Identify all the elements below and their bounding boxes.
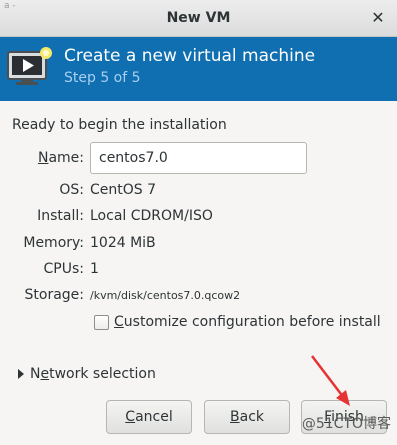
back-mnemonic: B [230,409,240,425]
expander-arrow-icon [18,369,24,379]
banner-step: Step 5 of 5 [64,70,141,86]
install-label: Install: [37,208,84,224]
customize-mnemonic: C [114,314,124,330]
banner-title: Create a new virtual machine [64,46,316,66]
new-vm-window: a - New VM ✕ Create a new virtual machin… [0,0,397,445]
cancel-mnemonic: C [125,409,136,425]
network-selection-label: Network selection [30,366,156,382]
customize-label: Customize configuration before install [114,314,381,330]
cpus-value: 1 [90,261,99,277]
name-label: Name: [12,150,84,166]
storage-value: /kvm/disk/centos7.0.qcow2 [90,289,241,302]
customize-checkbox-row[interactable]: Customize configuration before install [94,314,381,330]
wizard-banner: Create a new virtual machine Step 5 of 5 [0,37,397,101]
back-label-rest: ack [239,409,264,425]
os-label: OS: [59,182,84,198]
name-label-rest: ame: [48,150,84,166]
storage-label: Storage: [24,287,85,303]
network-label-prefix: N [30,366,41,382]
window-title: New VM [166,10,231,26]
cpus-label: CPUs: [43,261,84,277]
network-label-rest: twork selection [49,366,156,382]
customize-label-rest: ustomize configuration before install [123,314,381,330]
back-button[interactable]: Back [204,400,290,434]
vm-monitor-icon [7,47,52,85]
network-selection-expander[interactable]: Network selection [18,366,156,382]
network-mnemonic: e [40,366,50,382]
install-value: Local CDROM/ISO [90,208,213,224]
cancel-button[interactable]: Cancel [106,400,192,434]
name-mnemonic: N [37,150,49,166]
memory-value: 1024 MiB [90,235,156,251]
name-input[interactable]: centos7.0 [90,142,307,174]
cancel-label-rest: ancel [135,409,173,425]
customize-checkbox[interactable] [94,314,109,330]
title-bar[interactable]: a - New VM ✕ [0,0,397,37]
os-value: CentOS 7 [90,182,157,198]
summary-heading: Ready to begin the installation [12,117,227,133]
memory-label: Memory: [23,235,84,251]
red-arrow-annotation [311,355,350,406]
watermark: @51CTO博客 [301,416,391,432]
close-icon[interactable]: ✕ [369,9,387,27]
